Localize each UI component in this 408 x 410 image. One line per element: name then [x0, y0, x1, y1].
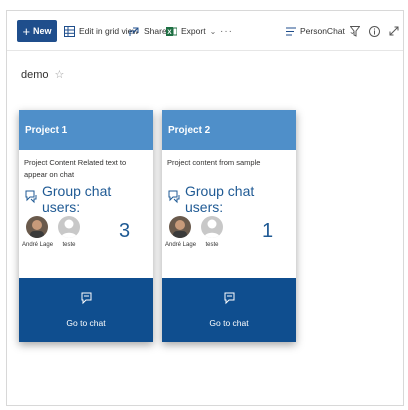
app-frame: + New Edit in grid view Share X Export ⌄…: [6, 10, 404, 406]
card-description: Project Content Related text to appear o…: [24, 158, 127, 179]
chat-user[interactable]: teste: [54, 216, 84, 248]
chat-icon: [80, 292, 93, 310]
view-selector-label: PersonChat: [300, 26, 345, 36]
avatar: [169, 216, 191, 238]
more-commands-button[interactable]: ···: [220, 11, 233, 51]
new-button[interactable]: + New: [17, 20, 57, 42]
share-icon: [129, 26, 140, 37]
card-title: Project 2: [168, 124, 211, 136]
chat-user[interactable]: André Lage: [165, 216, 197, 248]
share-button[interactable]: Share: [129, 11, 167, 51]
svg-text:X: X: [167, 29, 172, 36]
group-chat-icon: [24, 190, 38, 209]
go-to-chat-button[interactable]: Go to chat: [162, 278, 296, 342]
share-label: Share: [144, 26, 167, 36]
view-lines-icon: [286, 27, 296, 36]
card-title: Project 1: [25, 124, 68, 136]
view-selector[interactable]: PersonChat ⌄: [286, 11, 356, 51]
chat-user[interactable]: André Lage: [22, 216, 54, 248]
chat-users: André Lage teste 1: [162, 216, 296, 266]
edit-in-grid-view-button[interactable]: Edit in grid view: [64, 11, 139, 51]
user-count: 3: [119, 220, 131, 242]
project-card: Project 2 Project content from sample Gr…: [162, 110, 296, 342]
avatar: [58, 216, 80, 238]
chat-icon: [223, 292, 236, 310]
group-chat-heading: Group chat users:: [19, 183, 153, 215]
filter-icon: [350, 25, 360, 37]
card-description: Project content from sample: [167, 158, 261, 167]
user-name: teste: [205, 242, 219, 248]
project-card: Project 1 Project Content Related text t…: [19, 110, 153, 342]
new-button-label: New: [33, 26, 52, 36]
go-to-chat-label: Go to chat: [209, 318, 249, 328]
export-label: Export: [181, 26, 206, 36]
command-bar: + New Edit in grid view Share X Export ⌄…: [7, 11, 403, 51]
go-to-chat-button[interactable]: Go to chat: [19, 278, 153, 342]
export-button[interactable]: X Export ⌄: [166, 11, 216, 51]
group-chat-label: Group chat users:: [185, 183, 255, 215]
info-icon: [369, 25, 380, 37]
more-label: ···: [220, 25, 233, 37]
chat-users: André Lage teste 3: [19, 216, 153, 266]
avatar: [201, 216, 223, 238]
expand-button[interactable]: [389, 11, 399, 51]
user-name: André Lage: [22, 242, 54, 248]
filter-button[interactable]: [350, 11, 360, 51]
avatar: [26, 216, 48, 238]
plus-icon: +: [22, 23, 31, 39]
go-to-chat-label: Go to chat: [66, 318, 106, 328]
grid-icon: [64, 25, 75, 37]
excel-icon: X: [166, 26, 177, 37]
card-header: Project 1: [19, 110, 153, 150]
user-name: André Lage: [165, 242, 197, 248]
card-header: Project 2: [162, 110, 296, 150]
group-chat-heading: Group chat users:: [162, 183, 296, 215]
chat-user[interactable]: teste: [197, 216, 227, 248]
user-name: teste: [62, 242, 76, 248]
star-icon[interactable]: ☆: [55, 68, 65, 81]
page-title: demo: [21, 68, 49, 81]
info-button[interactable]: [369, 11, 380, 51]
group-chat-label: Group chat users:: [42, 183, 112, 215]
page-title-area: demo ☆: [21, 68, 65, 82]
expand-icon: [389, 26, 399, 36]
user-count: 1: [262, 220, 274, 242]
group-chat-icon: [167, 190, 181, 209]
chevron-down-icon: ⌄: [209, 26, 217, 36]
